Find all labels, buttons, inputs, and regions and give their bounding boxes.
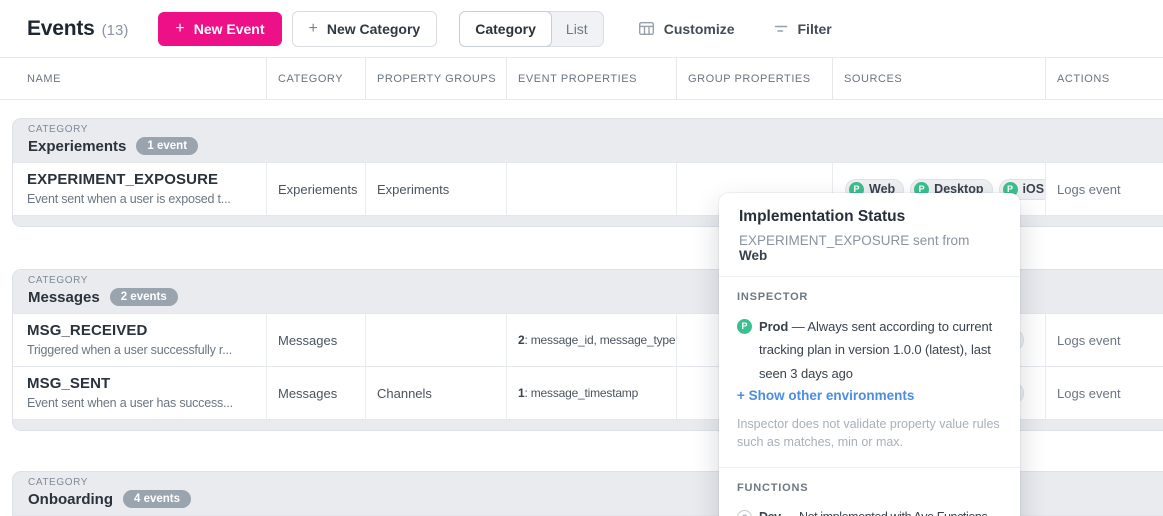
event-properties: 1: message_timestamp xyxy=(518,386,638,400)
event-property-groups: Experiments xyxy=(377,182,449,197)
popover-subtitle: EXPERIMENT_EXPOSURE sent from Web xyxy=(739,233,1000,263)
plus-icon: + xyxy=(175,21,184,37)
implementation-status-popover: Implementation Status EXPERIMENT_EXPOSUR… xyxy=(719,193,1020,516)
col-header-name: NAME xyxy=(0,58,266,99)
col-header-sources: SOURCES xyxy=(832,58,1045,99)
functions-dev-status: ? Dev — Not implemented with Avo Functio… xyxy=(737,506,1002,516)
prod-status-icon: P xyxy=(737,319,752,334)
page-title-text: Events xyxy=(27,17,95,41)
question-icon: ? xyxy=(737,510,752,516)
tab-list[interactable]: List xyxy=(551,12,603,46)
event-count-badge: 1 event xyxy=(136,137,198,155)
new-event-label: New Event xyxy=(194,21,265,37)
tab-category[interactable]: Category xyxy=(459,11,552,47)
new-category-label: New Category xyxy=(327,21,420,37)
category-label: CATEGORY xyxy=(28,124,1157,135)
event-count-badge: 4 events xyxy=(123,490,191,508)
filter-label: Filter xyxy=(798,21,832,37)
col-header-event-properties: EVENT PROPERTIES xyxy=(506,58,676,99)
customize-button[interactable]: Customize xyxy=(632,19,741,38)
event-name-cell: EXPERIMENT_EXPOSURE Event sent when a us… xyxy=(13,163,266,215)
columns-icon xyxy=(638,20,655,37)
event-name-cell: MSG_RECEIVED Triggered when a user succe… xyxy=(13,314,266,366)
new-event-button[interactable]: + New Event xyxy=(158,12,281,46)
new-category-button[interactable]: + New Category xyxy=(292,11,438,47)
filter-icon xyxy=(773,21,789,37)
view-toggle: Category List xyxy=(459,11,603,47)
event-description: Event sent when a user has success... xyxy=(27,396,256,410)
category-header[interactable]: CATEGORY Experiements 1 event xyxy=(13,119,1163,162)
event-description: Triggered when a user successfully r... xyxy=(27,343,256,357)
show-other-environments-link[interactable]: + Show other environments xyxy=(737,388,1002,403)
inspector-section-label: INSPECTOR xyxy=(737,291,1002,303)
inspector-status-text: Prod — Always sent according to current … xyxy=(759,315,1002,385)
functions-status-text: Dev — Not implemented with Avo Functions xyxy=(759,506,987,516)
event-category: Messages xyxy=(278,386,337,401)
event-action: Logs event xyxy=(1057,386,1121,401)
popover-title: Implementation Status xyxy=(739,208,1000,226)
event-action: Logs event xyxy=(1057,182,1121,197)
col-header-group-properties: GROUP PROPERTIES xyxy=(676,58,832,99)
event-property-groups: Channels xyxy=(377,386,432,401)
inspector-prod-status: P Prod — Always sent according to curren… xyxy=(737,315,1002,385)
source-label: iOS xyxy=(1023,182,1045,196)
toolbar: Events (13) + New Event + New Category C… xyxy=(0,0,1163,57)
event-name: EXPERIMENT_EXPOSURE xyxy=(27,171,256,188)
functions-section-label: FUNCTIONS xyxy=(737,482,1002,494)
page-title: Events (13) xyxy=(27,17,128,41)
event-category: Messages xyxy=(278,333,337,348)
category-name: Onboarding xyxy=(28,491,113,508)
table-header: NAME CATEGORY PROPERTY GROUPS EVENT PROP… xyxy=(0,57,1163,100)
event-count-badge: 2 events xyxy=(110,288,178,306)
event-description: Event sent when a user is exposed t... xyxy=(27,192,256,206)
customize-label: Customize xyxy=(664,21,735,37)
category-name: Messages xyxy=(28,289,100,306)
event-properties: 2: message_id, message_type xyxy=(518,333,675,347)
event-name-cell: MSG_SENT Event sent when a user has succ… xyxy=(13,367,266,419)
col-header-actions: ACTIONS xyxy=(1045,58,1163,99)
event-action: Logs event xyxy=(1057,333,1121,348)
category-name: Experiements xyxy=(28,138,126,155)
filter-button[interactable]: Filter xyxy=(767,20,838,38)
event-name: MSG_RECEIVED xyxy=(27,322,256,339)
event-name: MSG_SENT xyxy=(27,375,256,392)
col-header-category: CATEGORY xyxy=(266,58,365,99)
col-header-property-groups: PROPERTY GROUPS xyxy=(365,58,506,99)
plus-icon: + xyxy=(309,21,318,37)
inspector-disclaimer: Inspector does not validate property val… xyxy=(737,415,1002,451)
events-page: Events (13) + New Event + New Category C… xyxy=(0,0,1163,516)
event-category: Experiements xyxy=(278,182,357,197)
events-count: (13) xyxy=(102,22,129,39)
